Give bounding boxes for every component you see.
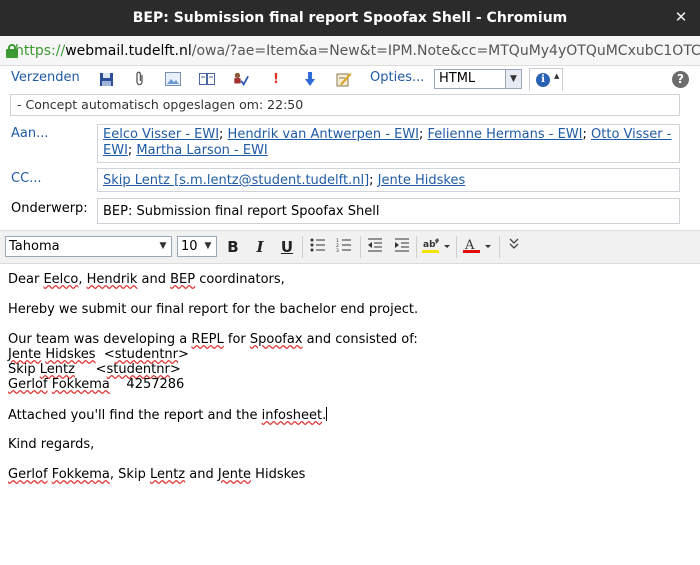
body-line-greeting: Dear Eelco, Hendrik and BEP coordinators… [8, 272, 285, 287]
body-line-member: Skip Lentz <studentnr> [8, 362, 181, 377]
check-names-icon[interactable] [233, 71, 249, 87]
cc-field[interactable]: Skip Lentz [s.m.lentz@student.tudelft.nl… [97, 168, 680, 192]
svg-text:3: 3 [336, 248, 339, 252]
svg-text:ab: ab [423, 240, 436, 250]
formatting-toolbar: Tahoma ▼ 10 ▼ B I U 123 ab A [0, 230, 700, 264]
url-host: webmail.tudelft.nl [65, 42, 192, 59]
to-field[interactable]: Eelco Visser - EWI; Hendrik van Antwerpe… [97, 124, 680, 163]
address-book-icon[interactable] [199, 71, 215, 87]
draft-status-text: - Concept automatisch opgeslagen om: 22:… [17, 97, 304, 112]
font-size-value: 10 [181, 239, 198, 254]
recipient-link[interactable]: Felienne Hermans - EWI [428, 127, 583, 142]
address-bar[interactable]: https://webmail.tudelft.nl/owa/?ae=Item&… [0, 36, 700, 66]
body-line-closing: Kind regards, [8, 437, 95, 452]
draft-status-bar: - Concept automatisch opgeslagen om: 22:… [10, 94, 680, 116]
body-line-team: Our team was developing a REPL for Spoof… [8, 332, 418, 347]
chevron-down-icon: ▼ [159, 241, 167, 251]
body-line-member: Jente Hidskes <studentnr> [8, 347, 189, 362]
recipient-link[interactable]: Hendrik van Antwerpen - EWI [228, 127, 419, 142]
highlight-color-icon[interactable]: ab [422, 238, 452, 256]
message-format-select[interactable]: HTML ▼ [434, 69, 522, 89]
message-format-value: HTML [439, 71, 476, 86]
body-line-attach: Attached you'll find the report and the … [8, 407, 328, 423]
chevron-down-icon: ▼ [204, 241, 212, 251]
url-path: /owa/?ae=Item&a=New&t=IPM.Note&cc=MTQuMy… [191, 42, 700, 59]
info-menu-button[interactable]: i ▲ [529, 68, 563, 91]
increase-indent-icon[interactable] [393, 238, 411, 256]
subject-input[interactable]: BEP: Submission final report Spoofax She… [97, 198, 680, 224]
cc-recipient-link[interactable]: Skip Lentz [s.m.lentz@student.tudelft.nl… [103, 173, 369, 188]
caret-up-icon: ▲ [554, 72, 560, 80]
bold-button[interactable]: B [224, 238, 242, 256]
low-importance-icon[interactable] [302, 71, 318, 87]
numbered-list-icon[interactable]: 123 [335, 238, 353, 256]
body-line-intro: Hereby we submit our final report for th… [8, 302, 419, 317]
message-body[interactable]: Dear Eelco, Hendrik and BEP coordinators… [8, 272, 688, 482]
underline-button[interactable]: U [278, 238, 296, 256]
italic-button[interactable]: I [251, 238, 269, 256]
insert-image-icon[interactable] [165, 71, 181, 87]
window-titlebar: BEP: Submission final report Spoofax She… [0, 0, 700, 36]
close-icon[interactable]: ✕ [672, 8, 690, 26]
text-cursor [326, 407, 328, 421]
help-icon[interactable]: ? [672, 71, 689, 88]
subject-label: Onderwerp: [11, 201, 88, 216]
chevron-down-icon: ▼ [505, 70, 521, 88]
body-line-member: Gerlof Fokkema 4257286 [8, 377, 185, 392]
signature-icon[interactable] [336, 71, 352, 87]
font-size-select[interactable]: 10 ▼ [177, 236, 217, 257]
attach-icon[interactable] [132, 71, 148, 87]
bullet-list-icon[interactable] [309, 238, 327, 256]
separator [499, 236, 500, 258]
cc-recipient-link[interactable]: Jente Hidskes [378, 173, 466, 188]
recipient-link[interactable]: Martha Larson - EWI [136, 143, 267, 158]
send-button[interactable]: Verzenden [11, 70, 80, 85]
url-text[interactable]: https://webmail.tudelft.nl/owa/?ae=Item&… [15, 43, 700, 59]
separator [360, 236, 361, 258]
to-button[interactable]: Aan... [11, 126, 49, 141]
body-line-signature: Gerlof Fokkema, Skip Lentz and Jente Hid… [8, 467, 306, 482]
info-icon: i [536, 73, 550, 87]
save-icon[interactable] [98, 71, 114, 87]
recipient-link[interactable]: Eelco Visser - EWI [103, 127, 219, 142]
more-options-icon[interactable] [505, 238, 523, 256]
separator [302, 236, 303, 258]
separator [456, 236, 457, 258]
font-family-select[interactable]: Tahoma ▼ [5, 236, 172, 257]
decrease-indent-icon[interactable] [366, 238, 384, 256]
url-scheme: https:// [15, 42, 66, 59]
high-importance-icon[interactable]: ! [268, 71, 284, 87]
font-color-icon[interactable]: A [463, 238, 493, 256]
subject-value: BEP: Submission final report Spoofax She… [103, 204, 380, 219]
separator [416, 236, 417, 258]
window-title: BEP: Submission final report Spoofax She… [132, 10, 568, 26]
compose-toolbar: Verzenden ! Opties... HTML ▼ i ▲ ? [0, 66, 700, 93]
cc-button[interactable]: CC... [11, 171, 42, 186]
options-button[interactable]: Opties... [370, 70, 424, 85]
font-family-value: Tahoma [9, 239, 60, 254]
